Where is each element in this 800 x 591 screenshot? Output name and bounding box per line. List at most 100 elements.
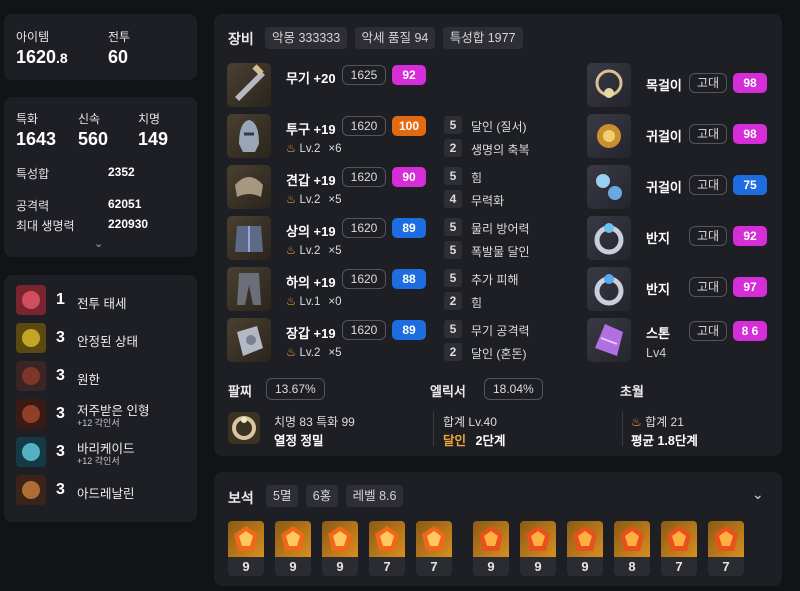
stat-label: 공격력 bbox=[16, 199, 50, 213]
engraving-name: 전투 태세 bbox=[77, 297, 127, 311]
stat-label: 특화 bbox=[16, 112, 39, 126]
divider bbox=[433, 412, 434, 446]
item-level-pill: 1620 bbox=[342, 320, 386, 340]
quality-badge: 98 bbox=[733, 73, 767, 93]
option-name: 힘 bbox=[471, 296, 483, 310]
quality-badge: 92 bbox=[392, 65, 426, 85]
gem-slot[interactable]: 9 bbox=[473, 521, 509, 576]
quality-badge: 92 bbox=[733, 226, 767, 246]
gem-icon bbox=[567, 521, 603, 557]
transcend-title: 초월 bbox=[620, 384, 644, 399]
quality-badge: 8 6 bbox=[733, 321, 767, 341]
armor-icon bbox=[227, 267, 271, 311]
gem-slot[interactable]: 7 bbox=[416, 521, 452, 576]
armor-icon bbox=[227, 114, 271, 158]
gem-icon bbox=[520, 521, 556, 557]
quality-badge: 90 bbox=[392, 167, 426, 187]
gem-icon bbox=[275, 521, 311, 557]
engraving-name: 원한 bbox=[77, 373, 101, 387]
stat-value: 1643 bbox=[16, 129, 57, 149]
tag-pill: 레벨 8.6 bbox=[345, 485, 404, 507]
transcend-level: ♨ Lv.2 ×6 bbox=[286, 141, 342, 155]
gem-level: 9 bbox=[242, 559, 250, 574]
transcend-lv: Lv.2 bbox=[299, 347, 321, 359]
gem-slot[interactable]: 8 bbox=[614, 521, 650, 576]
option-level: 2 bbox=[444, 292, 462, 310]
chevron-down-icon[interactable]: ⌄ bbox=[94, 237, 103, 250]
gem-level: 9 bbox=[487, 559, 495, 574]
item-level-pill: 1625 bbox=[342, 65, 386, 85]
gem-icon bbox=[661, 521, 697, 557]
gem-slot[interactable]: 7 bbox=[708, 521, 744, 576]
engraving-name: 아드레날린 bbox=[77, 487, 135, 501]
equipment-panel: 장비 악몽 333333 악세 품질 94 특성합 1977 팔찌 13.67%… bbox=[214, 14, 782, 456]
option-level: 5 bbox=[444, 320, 462, 338]
gem-level: 9 bbox=[534, 559, 542, 574]
grade-pill: 고대 bbox=[689, 321, 727, 341]
accessory-icon bbox=[587, 114, 631, 158]
equipment-name: 장갑 +19 bbox=[286, 326, 336, 341]
flame-icon: ♨ bbox=[286, 194, 300, 206]
gem-slot[interactable]: 9 bbox=[275, 521, 311, 576]
stat-label: 치명 bbox=[138, 112, 161, 126]
quality-badge: 88 bbox=[392, 269, 426, 289]
engraving-icon bbox=[16, 399, 46, 429]
chevron-down-icon[interactable]: ⌄ bbox=[752, 486, 764, 503]
option-name: 달인 (질서) bbox=[471, 120, 527, 134]
accessory-name: 반지 bbox=[646, 282, 670, 297]
item-level-value: 1620.8 bbox=[16, 47, 68, 67]
option-level: 5 bbox=[444, 241, 462, 259]
transcend-lv: Lv.1 bbox=[299, 296, 321, 308]
item-level-pill: 1620 bbox=[342, 116, 386, 136]
gem-level: 9 bbox=[336, 559, 344, 574]
transcend-average: 평균 1.8단계 bbox=[631, 434, 698, 448]
stat-value: 220930 bbox=[108, 217, 149, 231]
combat-level-value: 60 bbox=[108, 47, 129, 67]
stat-value: 62051 bbox=[108, 197, 142, 211]
gem-slot[interactable]: 9 bbox=[520, 521, 556, 576]
flame-icon: ♨ bbox=[286, 143, 300, 155]
transcend-level: ♨ Lv.2 ×5 bbox=[286, 345, 342, 359]
flame-icon: ♨ bbox=[286, 296, 300, 308]
accessory-name: 스톤 bbox=[646, 326, 670, 341]
grade-pill: 고대 bbox=[689, 226, 727, 246]
gem-icon bbox=[228, 521, 264, 557]
combat-level-label: 전투 bbox=[108, 30, 131, 44]
stat-value: 2352 bbox=[108, 165, 135, 179]
gems-tags: 5멸 6홍 레벨 8.6 bbox=[266, 485, 404, 507]
gem-slot[interactable]: 9 bbox=[228, 521, 264, 576]
accessory-icon bbox=[587, 318, 631, 362]
option-name: 추가 피해 bbox=[471, 273, 519, 287]
tag-pill: 특성합 1977 bbox=[442, 27, 523, 49]
gem-slot[interactable]: 9 bbox=[567, 521, 603, 576]
elixir-effect: 달인 2단계 bbox=[443, 434, 506, 448]
gem-slot[interactable]: 7 bbox=[369, 521, 405, 576]
option-level: 5 bbox=[444, 116, 462, 134]
flame-icon: ♨ bbox=[286, 245, 300, 257]
armor-icon bbox=[227, 318, 271, 362]
gem-slot[interactable]: 7 bbox=[661, 521, 697, 576]
engraving-level: 3 bbox=[56, 405, 65, 422]
engraving-level: 3 bbox=[56, 481, 65, 498]
equipment-name: 무기 +20 bbox=[286, 71, 336, 86]
tag-pill: 5멸 bbox=[266, 485, 299, 507]
gem-level: 7 bbox=[722, 559, 730, 574]
engraving-icon bbox=[16, 285, 46, 315]
grade-pill: 고대 bbox=[689, 175, 727, 195]
armor-icon bbox=[227, 216, 271, 260]
option-level: 2 bbox=[444, 139, 462, 157]
elixir-title: 엘릭서 bbox=[430, 384, 466, 399]
option-name: 생명의 축복 bbox=[471, 143, 530, 157]
summary-panel: 아이템 1620.8 전투 60 bbox=[4, 14, 197, 80]
tag-pill: 6홍 bbox=[305, 485, 339, 507]
transcend-level: ♨ Lv.2 ×5 bbox=[286, 243, 342, 257]
armor-icon bbox=[227, 63, 271, 107]
item-level-pill: 1620 bbox=[342, 218, 386, 238]
gem-level: 7 bbox=[430, 559, 438, 574]
equipment-name: 견갑 +19 bbox=[286, 173, 336, 188]
gem-slot[interactable]: 9 bbox=[322, 521, 358, 576]
tag-pill: 악세 품질 94 bbox=[354, 27, 436, 49]
stats-panel: 특화 1643 신속 560 치명 149 특성합 2352 공격력 62051… bbox=[4, 97, 197, 257]
option-name: 폭발물 달인 bbox=[471, 245, 530, 259]
equipment-name: 투구 +19 bbox=[286, 122, 336, 137]
